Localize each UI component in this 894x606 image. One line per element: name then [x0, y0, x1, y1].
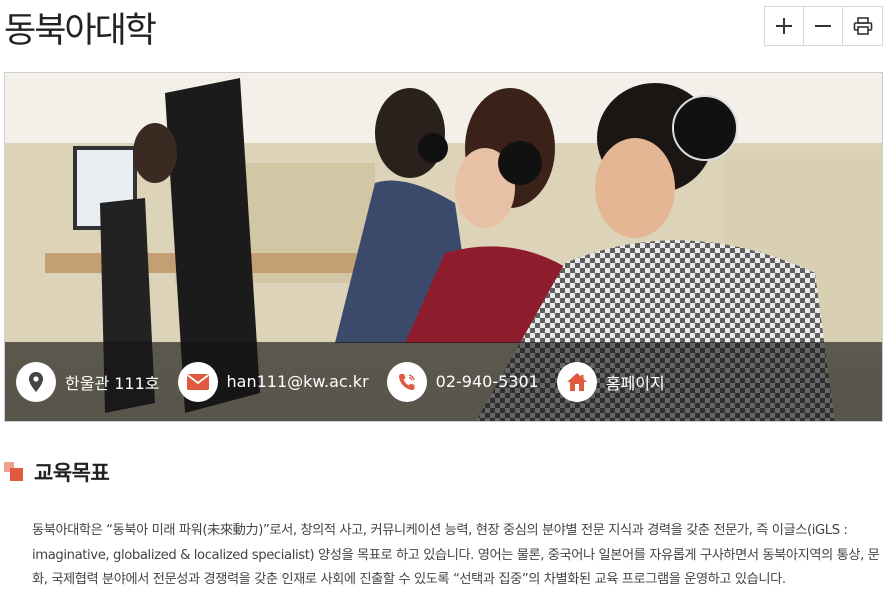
minus-icon — [815, 25, 831, 27]
page-title: 동북아대학 — [4, 11, 157, 51]
location-item: 한울관 111호 — [16, 361, 160, 402]
print-button[interactable] — [843, 7, 882, 45]
location-text: 한울관 111호 — [65, 373, 160, 393]
contact-info-bar: 한울관 111호 han111@kw.ac.kr 02-940-5301 홈페이… — [5, 342, 882, 421]
mail-icon — [177, 361, 218, 402]
education-goal-paragraph: 동북아대학은 “동북아 미래 파워(未來動力)”로서, 창의적 사고, 커뮤니케… — [32, 523, 880, 587]
location-pin-icon — [16, 361, 56, 402]
section-header: 교육목표 — [4, 457, 110, 487]
hero-image: 한울관 111호 han111@kw.ac.kr 02-940-5301 홈페이… — [4, 72, 883, 422]
phone-text: 02-940-5301 — [435, 372, 539, 391]
section-title: 교육목표 — [34, 461, 110, 485]
homepage-link[interactable]: 홈페이지 — [606, 370, 665, 394]
phone-icon — [386, 361, 427, 402]
home-icon — [556, 361, 597, 402]
printer-icon — [853, 17, 872, 35]
email-link[interactable]: han111@kw.ac.kr — [227, 372, 369, 391]
toolbar — [764, 6, 883, 46]
email-item[interactable]: han111@kw.ac.kr — [177, 361, 369, 402]
zoom-out-button[interactable] — [804, 7, 843, 45]
plus-icon — [776, 18, 792, 34]
section-bullet-icon — [4, 462, 24, 482]
zoom-in-button[interactable] — [765, 7, 804, 45]
homepage-item[interactable]: 홈페이지 — [556, 361, 665, 402]
phone-item: 02-940-5301 — [386, 361, 539, 402]
